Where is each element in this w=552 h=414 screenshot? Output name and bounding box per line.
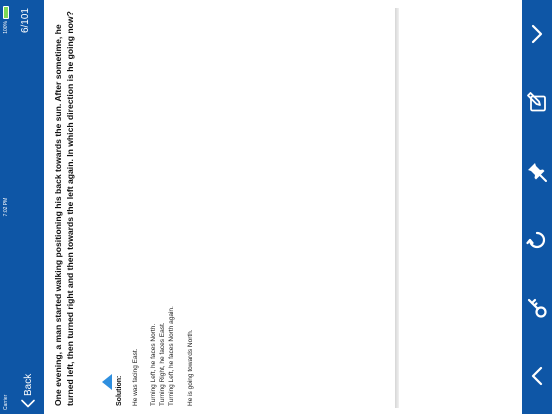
solution-line: Turning Left, he faces North. [150,323,157,406]
chevron-left-icon [21,399,35,408]
app-screen: Carrier 7:02 PM 100% Back 6/101 One even… [0,0,552,414]
caret-down-icon [102,374,112,390]
bottom-toolbar [522,0,552,414]
answer-key-button[interactable] [525,296,549,320]
solution-panel: Solution: He was facing East. Turning Le… [102,8,400,406]
battery-icon [3,6,9,19]
content-divider [395,8,399,408]
solution-title: Solution: [116,375,123,406]
battery-fill [4,7,8,18]
status-time: 7:02 PM [3,197,9,217]
solution-line: He is going towards North. [187,329,194,406]
solution-line: Turning Right, he faces East. [159,322,166,406]
key-icon [527,298,547,318]
chevron-up-icon [531,366,543,386]
edit-icon [527,92,546,112]
top-bar: Carrier 7:02 PM 100% Back 6/101 [0,0,44,414]
battery-percent: 100% [3,21,9,34]
navigation-bar: Back 6/101 [12,0,44,414]
page-counter: 6/101 [20,8,31,34]
question-text: One evening, a man started walking posit… [53,11,75,406]
back-button[interactable]: Back [18,374,38,408]
battery-indicator: 100% [0,6,12,34]
chevron-down-icon [531,24,543,44]
previous-question-button[interactable] [525,364,549,388]
pin-button[interactable] [525,160,549,184]
status-bar: Carrier 7:02 PM 100% [0,0,12,414]
next-question-button[interactable] [525,22,549,46]
solution-line: He was facing East. [132,348,139,406]
reset-button[interactable] [525,228,549,252]
back-label: Back [22,373,34,396]
refresh-icon [526,231,546,249]
edit-button[interactable] [525,90,549,114]
pin-icon [528,163,547,182]
solution-line: Turning Left, he faces North again. [168,306,175,406]
